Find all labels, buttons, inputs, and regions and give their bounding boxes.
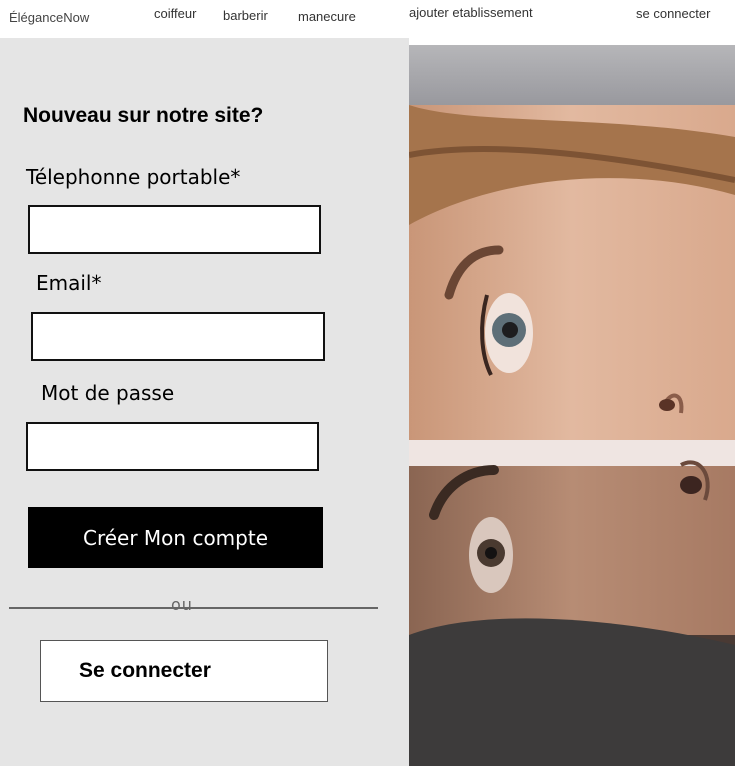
nav-link-login[interactable]: se connecter [636, 6, 710, 21]
nav-link-manecure[interactable]: manecure [298, 9, 356, 24]
email-field[interactable] [31, 312, 325, 361]
split-face-image [409, 45, 735, 766]
phone-field[interactable] [28, 205, 321, 254]
nav-link-coiffeur[interactable]: coiffeur [154, 6, 196, 21]
phone-label: Télephonne portable* [26, 165, 241, 189]
password-field[interactable] [26, 422, 319, 471]
signup-heading: Nouveau sur notre site? [23, 104, 264, 127]
email-label: Email* [36, 271, 102, 295]
password-label: Mot de passe [41, 381, 175, 405]
top-navigation: ÉléganceNow coiffeur barberir manecure a… [0, 0, 735, 38]
divider-line [9, 607, 378, 609]
divider-label: ou [171, 595, 193, 614]
hero-photo [409, 45, 735, 766]
login-button[interactable]: Se connecter [40, 640, 328, 702]
brand-logo[interactable]: ÉléganceNow [9, 10, 89, 25]
nav-link-add-establishment[interactable]: ajouter etablissement [409, 5, 533, 20]
nav-link-barberir[interactable]: barberir [223, 8, 268, 23]
create-account-button[interactable]: Créer Mon compte [28, 507, 323, 568]
